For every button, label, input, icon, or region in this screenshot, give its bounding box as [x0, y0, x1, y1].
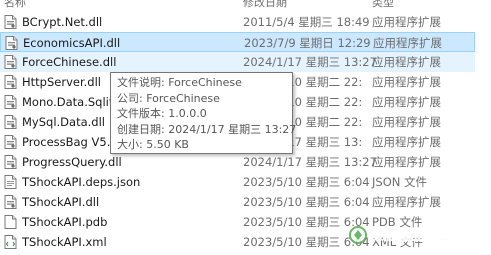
tooltip-version: 文件版本: 1.0.0.0	[117, 107, 207, 120]
file-type: 应用程序扩展	[372, 95, 441, 109]
dll-icon	[4, 95, 17, 109]
file-name: ProgressQuery.dll	[22, 155, 122, 169]
tooltip-description: 文件说明: ForceChinese	[117, 76, 242, 89]
file-type: 应用程序扩展	[372, 135, 441, 149]
file-type: 应用程序扩展	[372, 75, 441, 89]
watermark-text: 泰拉瑞亚中文论坛	[371, 228, 476, 244]
json-file-icon	[4, 175, 17, 189]
file-type: 应用程序扩展	[372, 115, 441, 129]
file-name: TShockAPI.deps.json	[22, 175, 141, 189]
dll-icon	[4, 75, 17, 89]
dll-icon	[4, 135, 17, 149]
dll-icon	[5, 36, 18, 50]
file-modified-date: 2024/1/17 星期三 13:27	[243, 155, 377, 169]
file-name: TShockAPI.pdb	[22, 215, 108, 229]
file-type: 应用程序扩展	[372, 195, 441, 209]
file-name: TShockAPI.xml	[22, 235, 107, 249]
file-name: HttpServer.dll	[22, 75, 101, 89]
column-header-type[interactable]: 类型	[372, 0, 394, 10]
file-modified-date: 2023/7/9 星期日 12:29	[244, 36, 371, 50]
file-row[interactable]: TShockAPI.dll 2023/5/10 星期三 6:04 应用程序扩展	[0, 192, 475, 212]
file-modified-date: 2023/5/10 星期三 6:04	[243, 175, 370, 189]
dll-icon	[4, 155, 17, 169]
file-modified-date: 2011/5/4 星期三 18:49	[243, 15, 370, 29]
file-info-tooltip: 文件说明: ForceChinese 公司: ForceChinese 文件版本…	[110, 72, 297, 154]
dll-icon	[4, 15, 17, 29]
file-modified-date: 2024/1/17 星期三 13:27	[243, 55, 377, 69]
file-type: JSON 文件	[372, 175, 428, 189]
tooltip-created: 创建日期: 2024/1/17 星期三 13:27	[117, 122, 297, 136]
file-row[interactable]: EconomicsAPI.dll 2023/7/9 星期日 12:29 应用程序扩展	[0, 32, 475, 52]
tooltip-size: 大小: 5.50 KB	[117, 138, 189, 151]
column-header-date[interactable]: 修改日期	[243, 0, 287, 10]
dll-icon	[4, 115, 17, 129]
file-modified-date: 2023/5/10 星期三 6:04	[243, 195, 370, 209]
file-type: 应用程序扩展	[372, 55, 441, 69]
tooltip-company: 公司: ForceChinese	[117, 91, 220, 105]
file-type: 应用程序扩展	[373, 36, 442, 50]
file-name: TShockAPI.dll	[22, 195, 100, 209]
file-row[interactable]: TShockAPI.deps.json 2023/5/10 星期三 6:04 JSO…	[0, 172, 475, 192]
xml-file-icon	[4, 235, 17, 249]
forum-watermark: 泰拉瑞亚中文论坛	[348, 223, 488, 247]
file-row[interactable]: ForceChinese.dll 2024/1/17 星期三 13:27 应用程序扩…	[0, 52, 475, 72]
file-type: 应用程序扩展	[372, 155, 441, 169]
file-row[interactable]: BCrypt.Net.dll 2011/5/4 星期三 18:49 应用程序扩展	[0, 12, 475, 32]
pdb-file-icon	[4, 215, 17, 229]
file-name: EconomicsAPI.dll	[23, 36, 121, 50]
column-header-name[interactable]: 名称	[4, 0, 26, 10]
dll-icon	[4, 195, 17, 209]
file-name: BCrypt.Net.dll	[22, 15, 103, 29]
file-name: Mono.Data.Sqlite	[22, 95, 121, 109]
dll-icon	[4, 55, 17, 69]
file-name: MySql.Data.dll	[22, 115, 105, 129]
file-name: ProcessBag V5.d	[22, 135, 118, 149]
file-row[interactable]: ProgressQuery.dll 2024/1/17 星期三 13:27 应用程序…	[0, 152, 475, 172]
file-name: ForceChinese.dll	[22, 55, 117, 69]
file-type: 应用程序扩展	[372, 15, 441, 29]
watermark-logo-icon: 泰拉瑞亚中文论坛	[349, 226, 476, 244]
column-header: 名称 修改日期 类型	[0, 0, 491, 10]
